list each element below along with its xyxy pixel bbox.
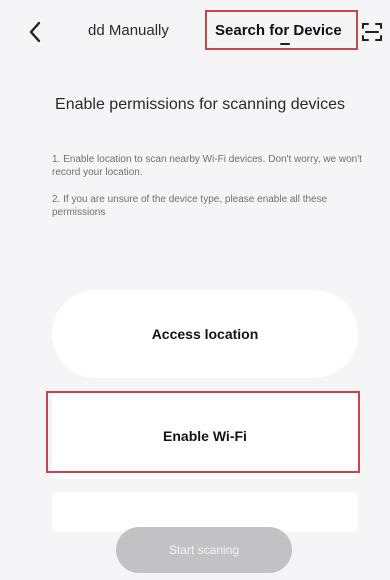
page-heading: Enable permissions for scanning devices xyxy=(55,96,345,113)
top-bar: dd Manually Search for Device xyxy=(0,0,390,64)
scan-frame-icon xyxy=(362,23,382,41)
tab-indicator xyxy=(280,43,290,45)
permission-note-2: 2. If you are unsure of the device type,… xyxy=(52,194,328,218)
start-scanning-label: Start scaning xyxy=(168,543,240,557)
access-location-button[interactable]: Access location xyxy=(52,290,358,378)
back-button[interactable] xyxy=(22,18,48,46)
enable-wifi-button[interactable]: Enable Wi-Fi xyxy=(52,393,358,479)
screen: dd Manually Search for Device Enable per… xyxy=(0,0,390,580)
enable-wifi-label: Enable Wi-Fi xyxy=(163,428,247,444)
permission-card-partial xyxy=(52,492,358,532)
access-location-label: Access location xyxy=(151,326,259,342)
tab-add-manually[interactable]: dd Manually xyxy=(88,22,169,39)
chevron-left-icon xyxy=(29,21,41,43)
start-scanning-button[interactable]: Start scaning xyxy=(116,527,292,573)
scan-button[interactable] xyxy=(360,20,384,44)
permission-note-1: 1. Enable location to scan nearby Wi-Fi … xyxy=(52,154,362,178)
tab-search-for-device[interactable]: Search for Device xyxy=(215,22,342,39)
